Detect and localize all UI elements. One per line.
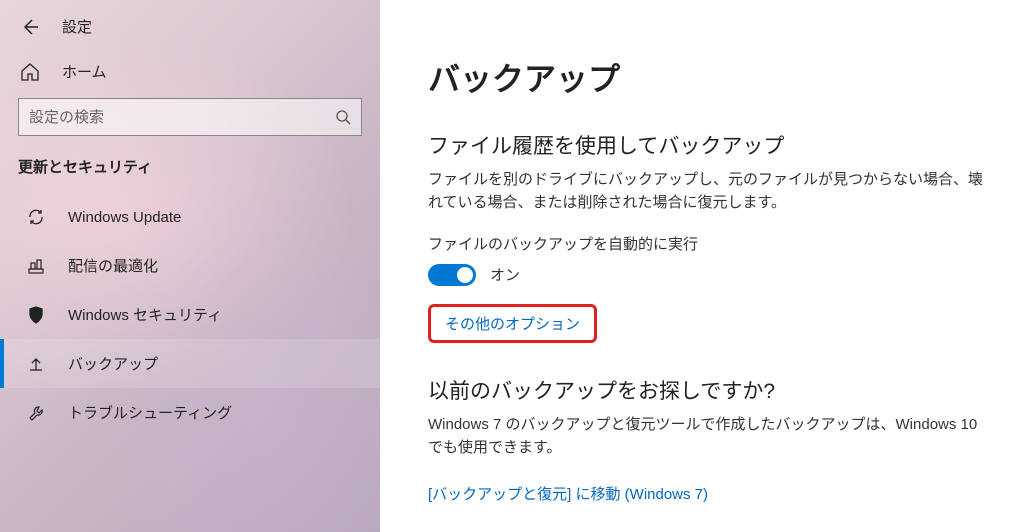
sidebar-item-troubleshoot[interactable]: トラブルシューティング	[0, 388, 380, 437]
search-box[interactable]	[18, 98, 362, 136]
delivery-icon	[26, 256, 46, 276]
auto-backup-toggle[interactable]	[428, 264, 476, 286]
section-heading-previous-backup: 以前のバックアップをお探しですか?	[428, 375, 984, 405]
win7-backup-link[interactable]: [バックアップと復元] に移動 (Windows 7)	[428, 483, 708, 504]
toggle-state: オン	[490, 264, 520, 285]
sidebar: 設定 ホーム 更新とセキュリティ Windows Update 配信の最適化 W…	[0, 0, 380, 532]
home-label: ホーム	[62, 61, 107, 82]
shield-icon	[26, 305, 46, 325]
section-desc: Windows 7 のバックアップと復元ツールで作成したバックアップは、Wind…	[428, 413, 984, 460]
home-icon	[20, 63, 40, 81]
section-desc: ファイルを別のドライブにバックアップし、元のファイルが見つからない場合、壊れてい…	[428, 168, 984, 215]
sidebar-item-windows-update[interactable]: Windows Update	[0, 193, 380, 241]
toggle-label: ファイルのバックアップを自動的に実行	[428, 233, 984, 254]
sidebar-home[interactable]: ホーム	[0, 51, 380, 98]
sidebar-item-label: トラブルシューティング	[68, 402, 232, 423]
sidebar-item-label: Windows Update	[68, 209, 181, 226]
sidebar-item-security[interactable]: Windows セキュリティ	[0, 290, 380, 339]
sidebar-item-backup[interactable]: バックアップ	[0, 339, 380, 388]
more-options-highlight: その他のオプション	[428, 304, 597, 343]
sidebar-item-label: 配信の最適化	[68, 255, 158, 276]
sidebar-item-delivery-optimization[interactable]: 配信の最適化	[0, 241, 380, 290]
main-content: バックアップ ファイル履歴を使用してバックアップ ファイルを別のドライブにバック…	[380, 0, 1024, 532]
toggle-row: オン	[428, 264, 984, 286]
back-arrow-icon[interactable]	[20, 17, 40, 37]
wrench-icon	[26, 403, 46, 423]
search-icon	[335, 109, 351, 125]
backup-icon	[26, 354, 46, 374]
sidebar-item-label: バックアップ	[68, 353, 158, 374]
sync-icon	[26, 207, 46, 227]
more-options-link[interactable]: その他のオプション	[445, 316, 580, 333]
section-heading-file-history: ファイル履歴を使用してバックアップ	[428, 130, 984, 160]
page-title: バックアップ	[428, 54, 984, 100]
section-label: 更新とセキュリティ	[0, 156, 380, 193]
sidebar-item-label: Windows セキュリティ	[68, 304, 222, 325]
search-input[interactable]	[29, 109, 335, 126]
header-row: 設定	[0, 10, 380, 51]
app-title: 設定	[62, 16, 92, 37]
